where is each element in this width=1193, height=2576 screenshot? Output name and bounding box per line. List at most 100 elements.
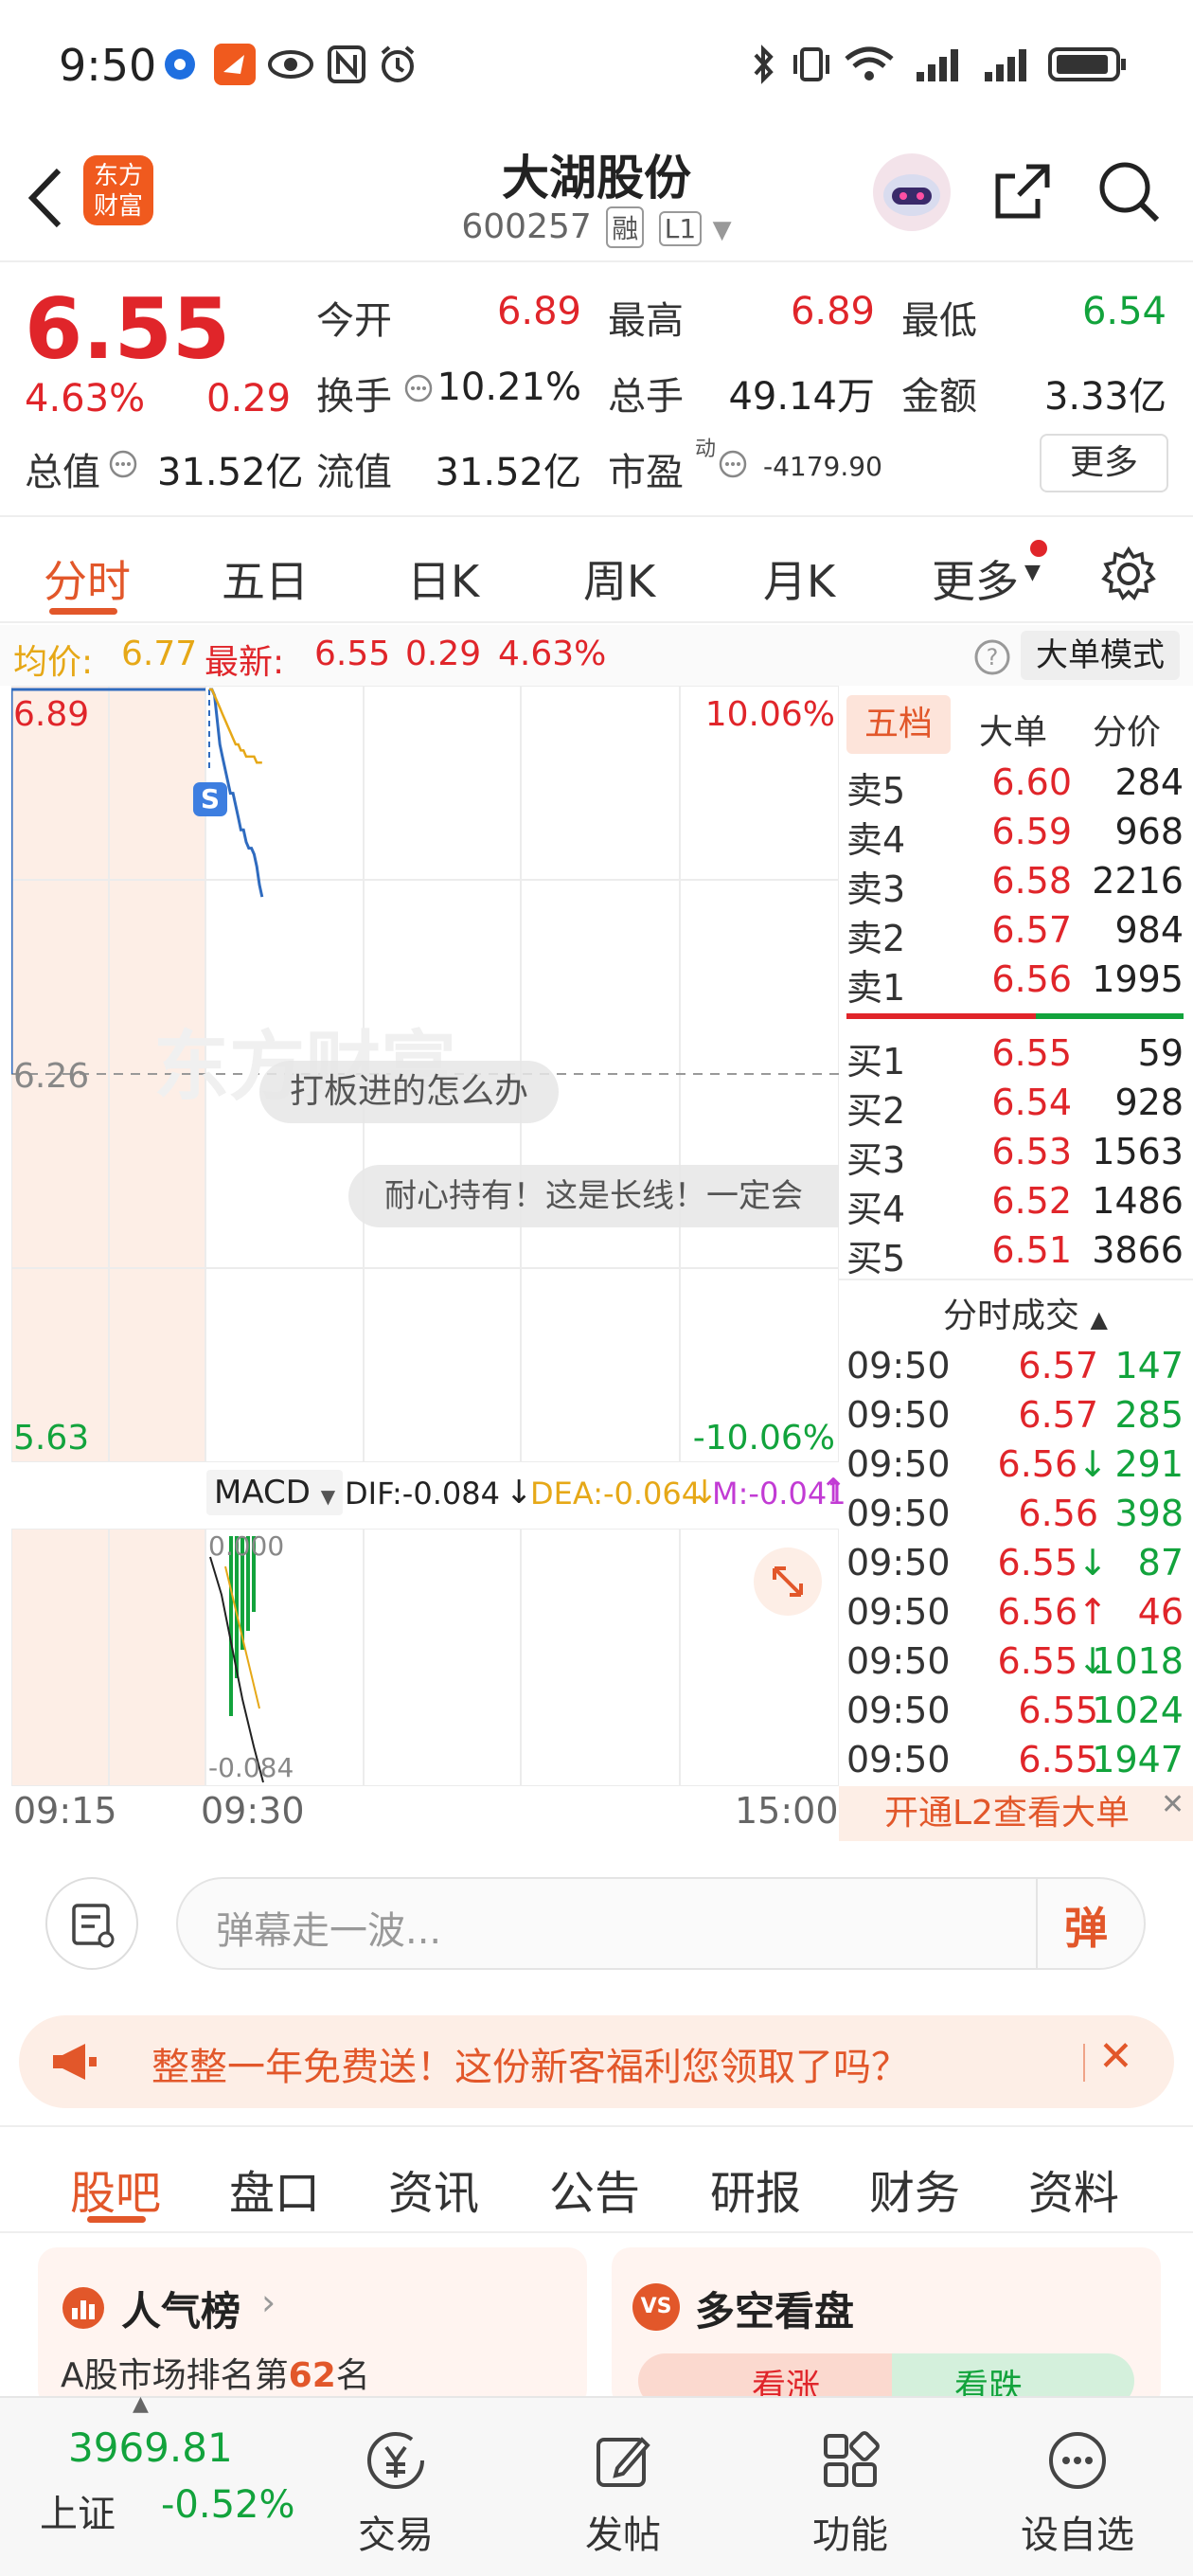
close-l2-icon[interactable]: ✕	[1161, 1788, 1184, 1821]
amount-value: 3.33亿	[1043, 375, 1166, 419]
notification-dot	[1030, 540, 1047, 557]
edit-icon	[596, 2437, 650, 2487]
high-label: 最高	[608, 299, 684, 343]
macd-select[interactable]: MACD ▼	[206, 1470, 344, 1515]
macd-chart[interactable]: 0.000 -0.084	[11, 1529, 839, 1786]
float-value: 31.52亿	[435, 451, 581, 494]
tab-research[interactable]: 研报	[710, 2156, 801, 2222]
chart-tabs: 分时 五日 日K 周K 月K 更多 ▼	[0, 519, 1193, 623]
nav-trade[interactable]: 交易	[320, 2426, 472, 2559]
ask-row-1: 卖1 6.56 1995	[846, 958, 1184, 1009]
tab-weekly-k[interactable]: 周K	[583, 547, 655, 610]
bid-strength-bar	[1036, 1013, 1184, 1019]
danmaku-bubble-2[interactable]: 耐心持有！这是长线！一定会	[348, 1165, 839, 1227]
ticker-caret-icon: ▲	[133, 2392, 149, 2416]
danmaku-send-button[interactable]: 弹	[1064, 1894, 1108, 1957]
danmaku-bubble-1[interactable]: 打板进的怎么办	[259, 1061, 560, 1123]
eye-icon	[267, 44, 313, 85]
turnover-info-icon[interactable]	[403, 373, 434, 407]
bull-bear-card[interactable]: VS 多空看盘 看涨 看跌	[612, 2247, 1161, 2408]
svg-text:?: ?	[987, 644, 999, 671]
help-icon[interactable]: ?	[973, 638, 1011, 680]
chart-info-line: 均价: 6.77 最新: 6.55 0.29 4.63% ? 大单模式	[0, 625, 1193, 686]
time-mid-label: 09:30	[201, 1790, 305, 1832]
nav-post[interactable]: 发帖	[547, 2426, 699, 2559]
tab-finance[interactable]: 财务	[869, 2156, 960, 2222]
tab-announcements[interactable]: 公告	[549, 2156, 640, 2222]
more-button[interactable]: 更多	[1040, 434, 1168, 492]
bid-row-5: 买5 6.51 3866	[846, 1229, 1184, 1279]
trade-row: 09:50 6.55↓ 87	[846, 1542, 1184, 1583]
pe-info-icon[interactable]	[718, 449, 748, 483]
popularity-card[interactable]: 人气榜 › A股市场排名第62名	[38, 2247, 587, 2408]
alarm-icon	[377, 44, 418, 85]
index-ticker[interactable]: ▲ 3969.81 上证 -0.52%	[0, 2392, 312, 2576]
signal-2-icon	[981, 44, 1026, 85]
tab-five-day[interactable]: 五日	[222, 547, 309, 610]
s-marker[interactable]: S	[193, 782, 227, 816]
macd-header: MACD ▼ DIF:-0.084 ↓ DEA:-0.064 ↓ M:-0.04…	[11, 1464, 847, 1523]
popularity-title: 人气榜	[121, 2288, 241, 2334]
danmaku-input[interactable]: 弹幕走一波... 弹	[176, 1877, 1146, 1970]
robot-assistant-icon[interactable]	[873, 153, 951, 231]
tab-news[interactable]: 资讯	[388, 2156, 479, 2222]
float-label: 流值	[316, 451, 392, 494]
tab-pankou[interactable]: 盘口	[229, 2156, 320, 2222]
avg-label: 均价:	[13, 643, 94, 682]
tab-guba[interactable]: 股吧	[70, 2156, 161, 2222]
ask-row-3: 卖3 6.58 2216	[846, 860, 1184, 910]
turnover-label: 换手	[316, 375, 392, 419]
bid-row-4: 买4 6.52 1486	[846, 1180, 1184, 1230]
share-icon[interactable]	[988, 157, 1057, 229]
macd-dropdown-icon: ▼	[320, 1485, 336, 1508]
nav-watchlist[interactable]: 设自选	[1002, 2426, 1153, 2559]
price-mid-label: 6.26	[13, 1057, 90, 1096]
intraday-chart[interactable]: 东方财富 6.89 10.06% 6.26 5.63 -10.06% S 打板进…	[11, 686, 839, 1462]
promo-banner[interactable]: 整整一年免费送！这份新客福利您领取了吗？ ✕	[19, 2015, 1174, 2108]
stock-code: 600257	[461, 207, 592, 246]
search-icon[interactable]	[1095, 157, 1163, 229]
nav-functions[interactable]: 功能	[775, 2426, 926, 2559]
level-tag[interactable]: L1	[658, 211, 703, 246]
tab-big-order[interactable]: 大单	[979, 705, 1047, 754]
index-change: -0.52%	[161, 2483, 295, 2527]
ask-row-5: 卖5 6.60 284	[846, 761, 1184, 812]
change-pct: 4.63%	[25, 377, 146, 420]
index-name: 上证	[40, 2493, 116, 2536]
dropdown-icon[interactable]: ▼	[713, 216, 732, 244]
grid-icon	[824, 2431, 880, 2487]
feature-tabs: 股吧 盘口 资讯 公告 研报 财务 资料	[0, 2129, 1193, 2233]
tab-five-level[interactable]: 五档	[846, 695, 951, 754]
pct-bottom-label: -10.06%	[692, 1419, 835, 1458]
open-value: 6.89	[496, 290, 581, 333]
tab-daily-k[interactable]: 日K	[407, 547, 479, 610]
big-order-mode-button[interactable]: 大单模式	[1021, 631, 1180, 680]
close-promo-icon[interactable]: ✕	[1098, 2032, 1133, 2081]
margin-tag: 融	[606, 206, 645, 248]
trade-row: 09:50 6.57 147	[846, 1345, 1184, 1386]
l2-banner[interactable]: 开通L2查看大单	[839, 1786, 1193, 1841]
open-label: 今开	[316, 299, 392, 343]
yen-icon	[367, 2432, 424, 2489]
trades-title[interactable]: 分时成交 ▲	[943, 1288, 1108, 1337]
trade-row: 09:50 6.56↓ 291	[846, 1443, 1184, 1485]
danmaku-settings-icon[interactable]	[45, 1877, 138, 1970]
price-bottom-label: 5.63	[13, 1419, 90, 1458]
settings-gear-icon[interactable]	[1098, 544, 1159, 608]
tab-price-dist[interactable]: 分价	[1093, 705, 1161, 754]
tab-monthly-k[interactable]: 月K	[763, 547, 835, 610]
trade-row: 09:50 6.57 285	[846, 1394, 1184, 1436]
vs-badge: VS	[632, 2283, 680, 2331]
vibrate-icon	[788, 44, 829, 85]
tab-profile[interactable]: 资料	[1028, 2156, 1119, 2222]
more-dots-icon	[1049, 2432, 1106, 2489]
expand-icon[interactable]	[754, 1547, 822, 1616]
tab-intraday[interactable]: 分时	[44, 547, 131, 610]
macd-histogram	[229, 1536, 256, 1716]
tab-more[interactable]: 更多	[932, 547, 1019, 610]
bid-row-1: 买1 6.55 59	[846, 1032, 1184, 1082]
trade-row: 09:50 6.55 1947	[846, 1739, 1184, 1780]
ask-strength-bar	[846, 1013, 1036, 1019]
info-icon[interactable]	[108, 449, 138, 483]
avg-value: 6.77	[121, 635, 198, 673]
